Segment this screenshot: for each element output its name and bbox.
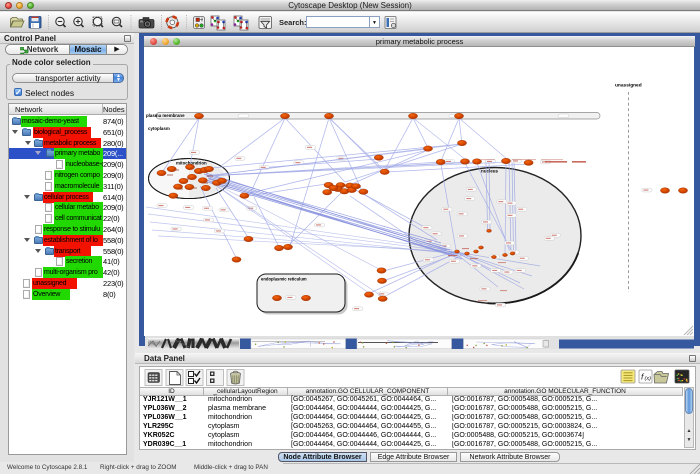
svg-text:cytoplasm: cytoplasm xyxy=(148,126,170,131)
svg-text:(x): (x) xyxy=(645,376,652,382)
svg-text:nucleus: nucleus xyxy=(481,169,499,174)
svg-text:unassigned: unassigned xyxy=(615,83,642,89)
svg-text:plasma membrane: plasma membrane xyxy=(146,113,185,118)
svg-text:endoplasmic reticulum: endoplasmic reticulum xyxy=(261,277,307,282)
